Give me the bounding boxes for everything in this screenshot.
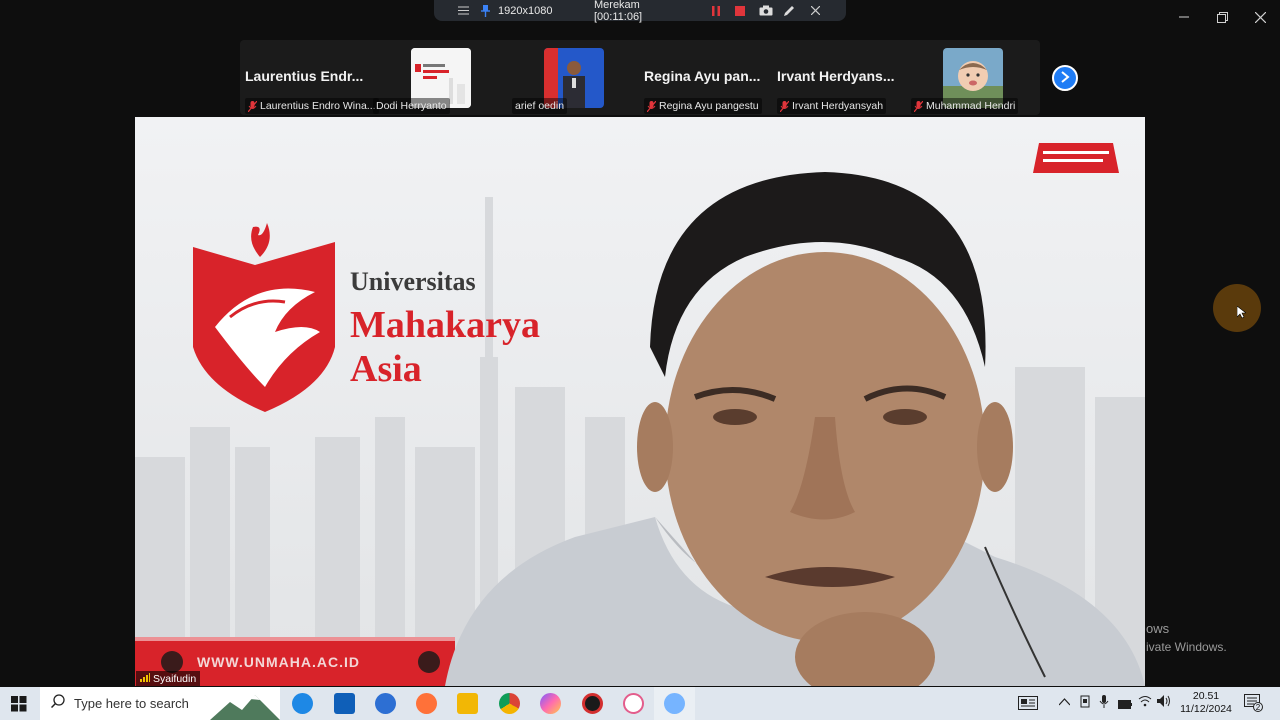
participant-name-label: Regina Ayu pangestu [644,98,762,114]
file-explorer-icon[interactable] [457,693,478,714]
recorder-close-icon[interactable] [808,3,822,18]
mic-muted-icon [779,100,790,112]
participant-tile[interactable]: Laurentius Endr... Laurentius Endro Wina… [240,40,379,115]
active-speaker-label: Syaifudin [136,671,201,686]
participant-name-label: Irvant Herdyansyah [777,98,887,114]
firefox-icon[interactable] [416,693,437,714]
speaker-name: Syaifudin [153,672,197,685]
clock-time: 20.51 [1192,690,1220,702]
recording-status: Merekam [00:11:06] [594,0,643,23]
snipping-tool-icon[interactable] [623,693,644,714]
edge-icon[interactable] [292,693,313,714]
next-participants-button[interactable] [1052,65,1078,91]
participant-tile[interactable]: Regina Ayu pan... Regina Ayu pangestu [639,40,772,115]
participant-tile[interactable]: Irvant Herdyans... Irvant Herdyansyah [772,40,905,115]
signal-bars-icon [140,672,151,685]
participant-name: Regina Ayu pangestu [659,100,759,112]
activate-windows-title: ows [1146,621,1170,636]
stop-icon[interactable] [733,3,747,18]
participant-strip: Laurentius Endr... Laurentius Endro Wina… [240,40,1078,115]
microphone-icon[interactable] [1099,695,1109,712]
minimize-icon[interactable] [1165,4,1203,30]
mic-muted-icon [913,100,924,112]
recording-resolution: 1920x1080 [498,4,553,17]
outlook-icon[interactable] [334,693,355,714]
volume-icon[interactable] [1157,695,1172,710]
notification-center-icon[interactable]: 2 [1244,694,1263,717]
pen-icon[interactable] [782,3,796,18]
university-name-line1: Universitas [350,267,476,296]
menu-icon[interactable] [456,3,470,18]
participant-tile[interactable]: Dodi Herryanto [373,40,506,115]
participant-name: Irvant Herdyansyah [792,100,884,112]
participant-display-name: Irvant Herdyans... [777,68,895,84]
wifi-icon[interactable] [1138,695,1152,710]
university-name-line3: Asia [350,348,422,390]
mic-muted-icon [646,100,657,112]
copilot-icon[interactable] [540,693,561,714]
participant-display-name: Laurentius Endr... [245,68,364,84]
activate-windows-text: ivate Windows. [1146,640,1227,654]
search-highlight-image [210,690,280,720]
chevron-up-icon[interactable] [1058,695,1071,709]
zoom-active-highlight [654,687,695,720]
participant-name-label: Dodi Herryanto [373,98,450,114]
windows-taskbar: Type here to search 20.51 11/12/2024 2 [0,687,1280,720]
speaker-video: Universitas Mahakarya Asia WWW.UNMAHA.AC… [135,117,1145,686]
participant-name-label: Muhammad Hendri [911,98,1019,114]
search-placeholder: Type here to search [74,696,189,711]
university-name-line2: Mahakarya [350,304,540,346]
participant-name-label: arief oedin [512,98,568,114]
battery-icon[interactable] [1118,698,1132,712]
close-icon[interactable] [1241,4,1279,30]
participant-name: arief oedin [515,100,565,112]
participant-tile[interactable]: arief oedin [506,40,639,115]
windows-start-icon[interactable] [11,696,27,717]
pause-icon[interactable] [710,3,722,18]
notification-count: 2 [1253,702,1263,712]
recording-toolbar: 1920x1080 Merekam [00:11:06] [434,0,846,23]
chrome-icon[interactable] [499,693,520,714]
video-frame [135,117,1145,686]
chrome-alt-icon[interactable] [375,693,396,714]
restore-icon[interactable] [1203,4,1241,30]
participant-name: Laurentius Endro Wina... [260,100,376,112]
participant-name: Muhammad Hendri [926,100,1016,112]
participant-display-name: Regina Ayu pan... [644,68,761,84]
clock[interactable]: 20.51 11/12/2024 [1180,690,1232,716]
chevron-right-icon [1060,70,1070,86]
participant-tile[interactable]: Muhammad Hendri [905,40,1038,115]
clock-date: 11/12/2024 [1180,703,1232,715]
participant-name-label: Laurentius Endro Wina... [245,98,379,114]
device-icon[interactable] [1079,695,1091,711]
university-website: WWW.UNMAHA.AC.ID [197,654,360,670]
participant-name: Dodi Herryanto [376,100,447,112]
channel-logo [1033,143,1119,173]
pin-icon[interactable] [479,3,491,18]
camera-icon[interactable] [758,3,774,18]
mouse-cursor-icon [1236,305,1247,324]
record-app-icon[interactable] [582,693,603,714]
screen: 1920x1080 Merekam [00:11:06] Laurentius … [0,0,1280,720]
mic-muted-icon [247,100,258,112]
search-icon [50,694,65,713]
news-widget-icon[interactable] [1018,696,1038,713]
taskbar-search-box[interactable]: Type here to search [40,687,280,720]
